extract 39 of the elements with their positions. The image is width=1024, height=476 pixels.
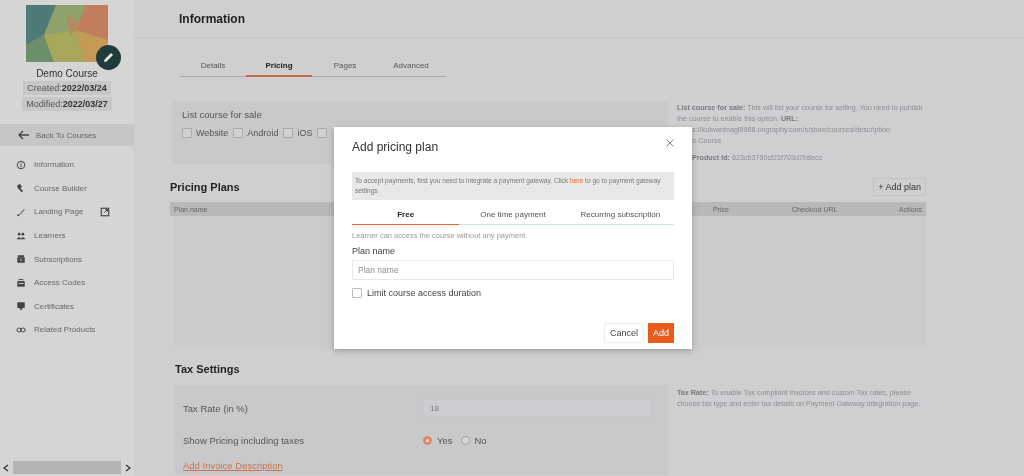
modified-date: Modified:2022/03/27	[22, 97, 112, 111]
dialog-title: Add pricing plan	[352, 139, 439, 154]
add-invoice-link[interactable]: Add Invoice Description	[183, 460, 283, 472]
tab[interactable]: Details	[180, 57, 246, 76]
add-button[interactable]: Add	[648, 323, 674, 343]
field-label: Plan name	[352, 246, 397, 256]
sidebar-item[interactable]: Course Builder	[0, 176, 134, 201]
sidebar-item[interactable]: Certificates	[0, 294, 134, 319]
sidebar-item[interactable]: Related Products	[0, 318, 134, 342]
checkbox-label: iOS	[297, 128, 313, 138]
sidebar-item[interactable]: Information	[0, 153, 134, 177]
tab[interactable]: Pricing	[246, 57, 312, 77]
field-label: Tax Rate (in %)	[183, 402, 248, 414]
plan-name-field[interactable]: Plan name	[352, 260, 674, 280]
course-title: Demo Course	[36, 68, 98, 79]
radio-label: No	[474, 435, 487, 446]
page-title: Information	[179, 11, 245, 26]
created-date: Created:2022/03/24	[23, 81, 111, 95]
tab[interactable]: Recurring subscription	[566, 208, 674, 224]
add-plan-button[interactable]: + Add plan	[873, 178, 926, 196]
tab[interactable]: One time payment	[459, 208, 567, 224]
radio-label: Yes	[437, 435, 453, 446]
sidebar-item[interactable]: Subscriptions	[0, 247, 134, 271]
tab[interactable]: Pages	[312, 57, 378, 76]
section-title: Pricing Plans	[170, 181, 240, 193]
checkbox-label: Android	[247, 128, 279, 138]
tab[interactable]: Advanced	[378, 57, 444, 76]
checkbox-label: Limit course access duration	[367, 288, 482, 298]
tab[interactable]: Free	[352, 208, 460, 225]
back-to-courses-link[interactable]: Back To Courses	[0, 124, 134, 146]
section-label: List course for sale	[182, 109, 263, 120]
sidebar-item[interactable]: Access Codes	[0, 270, 134, 295]
sidebar-item[interactable]: Landing Page	[0, 200, 134, 224]
field-label: Show Pricing including taxes	[183, 435, 304, 446]
cancel-button[interactable]: Cancel	[603, 323, 644, 343]
checkbox-label: Website	[196, 128, 229, 138]
sidebar-item[interactable]: Learners	[0, 223, 134, 248]
tax-rate-field[interactable]: 18	[423, 399, 652, 418]
section-title: Tax Settings	[175, 363, 241, 375]
